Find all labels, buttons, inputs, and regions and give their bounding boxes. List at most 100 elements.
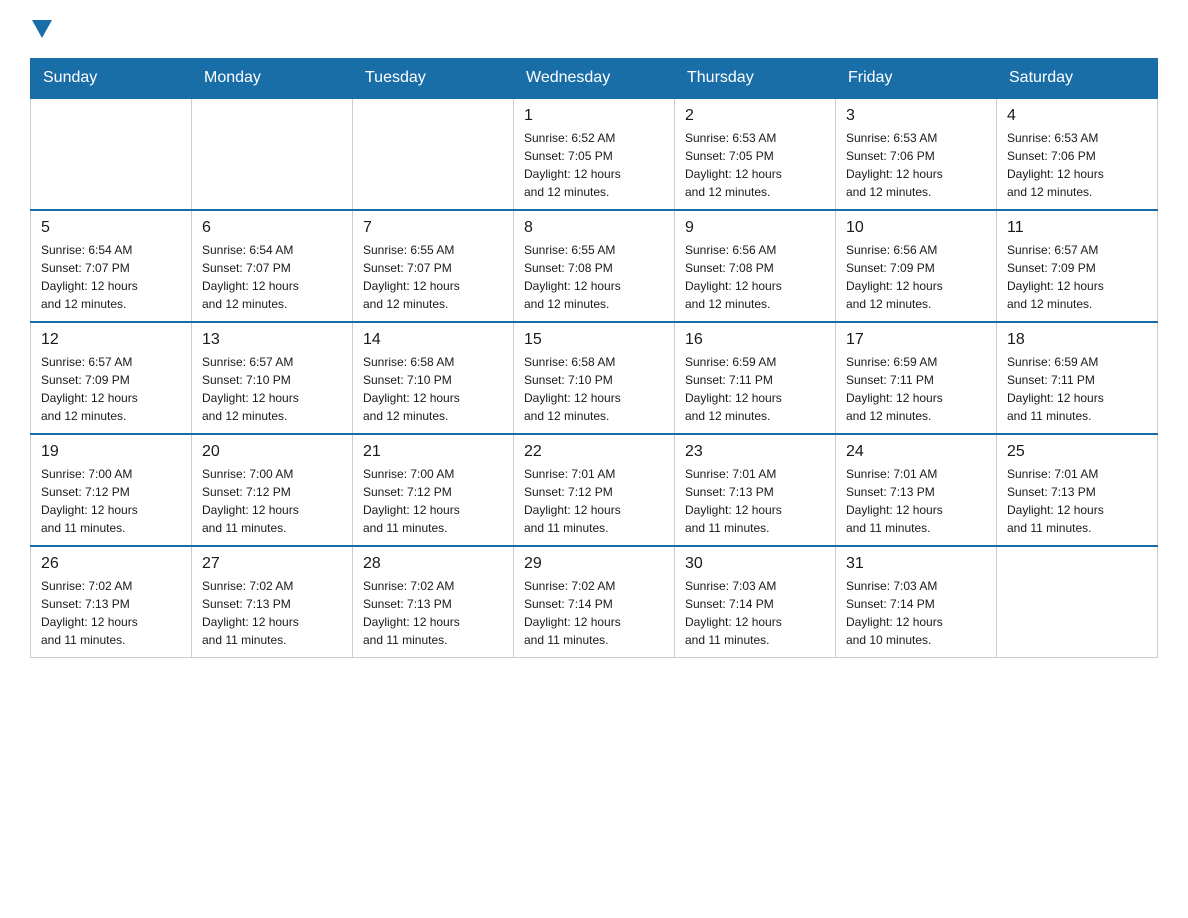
calendar-cell: 24 Sunrise: 7:01 AMSunset: 7:13 PMDayligh… [836,434,997,546]
calendar-cell: 30 Sunrise: 7:03 AMSunset: 7:14 PMDayligh… [675,546,836,658]
calendar-cell: 18 Sunrise: 6:59 AMSunset: 7:11 PMDayligh… [997,322,1158,434]
calendar-cell: 11Sunrise: 6:57 AMSunset: 7:09 PMDayligh… [997,210,1158,322]
day-number: 31 [846,555,986,573]
calendar-cell: 6Sunrise: 6:54 AMSunset: 7:07 PMDaylight… [192,210,353,322]
week-row-2: 5 Sunrise: 6:54 AMSunset: 7:07 PMDaylight… [31,210,1158,322]
calendar-cell: 5 Sunrise: 6:54 AMSunset: 7:07 PMDaylight… [31,210,192,322]
calendar-cell: 16Sunrise: 6:59 AMSunset: 7:11 PMDayligh… [675,322,836,434]
day-header-friday: Friday [836,59,997,99]
day-number: 28 [363,555,503,573]
day-number: 27 [202,555,342,573]
calendar-cell: 19Sunrise: 7:00 AMSunset: 7:12 PMDayligh… [31,434,192,546]
calendar-cell [192,98,353,210]
calendar-cell: 4 Sunrise: 6:53 AMSunset: 7:06 PMDaylight… [997,98,1158,210]
calendar-cell: 9 Sunrise: 6:56 AMSunset: 7:08 PMDaylight… [675,210,836,322]
day-info: Sunrise: 6:54 AMSunset: 7:07 PMDaylight:… [41,241,181,313]
day-info: Sunrise: 6:57 AMSunset: 7:10 PMDaylight:… [202,353,342,425]
calendar-cell: 21 Sunrise: 7:00 AMSunset: 7:12 PMDayligh… [353,434,514,546]
day-info: Sunrise: 6:55 AMSunset: 7:08 PMDaylight:… [524,241,664,313]
calendar-cell: 8 Sunrise: 6:55 AMSunset: 7:08 PMDaylight… [514,210,675,322]
week-row-3: 12 Sunrise: 6:57 AMSunset: 7:09 PMDayligh… [31,322,1158,434]
day-number: 17 [846,331,986,349]
day-info: Sunrise: 6:53 AMSunset: 7:06 PMDaylight:… [1007,129,1147,201]
calendar-cell: 25 Sunrise: 7:01 AMSunset: 7:13 PMDayligh… [997,434,1158,546]
calendar-cell: 31 Sunrise: 7:03 AMSunset: 7:14 PMDayligh… [836,546,997,658]
day-number: 16 [685,331,825,349]
calendar-cell: 12 Sunrise: 6:57 AMSunset: 7:09 PMDayligh… [31,322,192,434]
week-row-5: 26Sunrise: 7:02 AMSunset: 7:13 PMDayligh… [31,546,1158,658]
calendar-cell: 26Sunrise: 7:02 AMSunset: 7:13 PMDayligh… [31,546,192,658]
day-number: 25 [1007,443,1147,461]
logo-triangle-icon [32,20,52,38]
calendar-cell: 13 Sunrise: 6:57 AMSunset: 7:10 PMDayligh… [192,322,353,434]
week-row-4: 19Sunrise: 7:00 AMSunset: 7:12 PMDayligh… [31,434,1158,546]
day-number: 10 [846,219,986,237]
day-info: Sunrise: 7:00 AMSunset: 7:12 PMDaylight:… [202,465,342,537]
day-number: 4 [1007,107,1147,125]
day-number: 21 [363,443,503,461]
day-info: Sunrise: 6:56 AMSunset: 7:09 PMDaylight:… [846,241,986,313]
day-info: Sunrise: 7:02 AMSunset: 7:13 PMDaylight:… [363,577,503,649]
calendar-cell: 2Sunrise: 6:53 AMSunset: 7:05 PMDaylight… [675,98,836,210]
day-number: 5 [41,219,181,237]
calendar-cell: 20 Sunrise: 7:00 AMSunset: 7:12 PMDayligh… [192,434,353,546]
week-row-1: 1 Sunrise: 6:52 AMSunset: 7:05 PMDaylight… [31,98,1158,210]
day-number: 13 [202,331,342,349]
calendar-cell: 28 Sunrise: 7:02 AMSunset: 7:13 PMDayligh… [353,546,514,658]
day-number: 1 [524,107,664,125]
calendar-cell: 10 Sunrise: 6:56 AMSunset: 7:09 PMDayligh… [836,210,997,322]
day-info: Sunrise: 7:01 AMSunset: 7:12 PMDaylight:… [524,465,664,537]
calendar-cell: 29 Sunrise: 7:02 AMSunset: 7:14 PMDayligh… [514,546,675,658]
day-number: 22 [524,443,664,461]
day-info: Sunrise: 6:56 AMSunset: 7:08 PMDaylight:… [685,241,825,313]
calendar-cell: 27Sunrise: 7:02 AMSunset: 7:13 PMDayligh… [192,546,353,658]
calendar-cell [353,98,514,210]
day-number: 29 [524,555,664,573]
calendar-cell [31,98,192,210]
day-header-sunday: Sunday [31,59,192,99]
day-info: Sunrise: 7:03 AMSunset: 7:14 PMDaylight:… [685,577,825,649]
calendar-cell: 7Sunrise: 6:55 AMSunset: 7:07 PMDaylight… [353,210,514,322]
day-info: Sunrise: 6:58 AMSunset: 7:10 PMDaylight:… [363,353,503,425]
day-number: 23 [685,443,825,461]
day-info: Sunrise: 7:00 AMSunset: 7:12 PMDaylight:… [41,465,181,537]
day-number: 14 [363,331,503,349]
day-info: Sunrise: 6:58 AMSunset: 7:10 PMDaylight:… [524,353,664,425]
day-number: 24 [846,443,986,461]
day-number: 30 [685,555,825,573]
day-number: 20 [202,443,342,461]
day-info: Sunrise: 7:01 AMSunset: 7:13 PMDaylight:… [1007,465,1147,537]
calendar-cell: 15 Sunrise: 6:58 AMSunset: 7:10 PMDayligh… [514,322,675,434]
day-number: 15 [524,331,664,349]
day-number: 9 [685,219,825,237]
day-info: Sunrise: 7:00 AMSunset: 7:12 PMDaylight:… [363,465,503,537]
calendar-cell: 3Sunrise: 6:53 AMSunset: 7:06 PMDaylight… [836,98,997,210]
calendar-cell: 23 Sunrise: 7:01 AMSunset: 7:13 PMDayligh… [675,434,836,546]
day-info: Sunrise: 7:01 AMSunset: 7:13 PMDaylight:… [685,465,825,537]
day-info: Sunrise: 7:01 AMSunset: 7:13 PMDaylight:… [846,465,986,537]
day-info: Sunrise: 6:59 AMSunset: 7:11 PMDaylight:… [1007,353,1147,425]
calendar-cell: 17 Sunrise: 6:59 AMSunset: 7:11 PMDayligh… [836,322,997,434]
calendar-cell: 22 Sunrise: 7:01 AMSunset: 7:12 PMDayligh… [514,434,675,546]
day-header-monday: Monday [192,59,353,99]
day-header-tuesday: Tuesday [353,59,514,99]
calendar-cell: 1 Sunrise: 6:52 AMSunset: 7:05 PMDaylight… [514,98,675,210]
days-header-row: SundayMondayTuesdayWednesdayThursdayFrid… [31,59,1158,99]
day-number: 8 [524,219,664,237]
day-info: Sunrise: 6:57 AMSunset: 7:09 PMDaylight:… [1007,241,1147,313]
day-info: Sunrise: 6:59 AMSunset: 7:11 PMDaylight:… [846,353,986,425]
day-info: Sunrise: 6:57 AMSunset: 7:09 PMDaylight:… [41,353,181,425]
day-number: 6 [202,219,342,237]
day-info: Sunrise: 7:02 AMSunset: 7:14 PMDaylight:… [524,577,664,649]
calendar-cell: 14 Sunrise: 6:58 AMSunset: 7:10 PMDayligh… [353,322,514,434]
day-info: Sunrise: 6:53 AMSunset: 7:06 PMDaylight:… [846,129,986,201]
calendar-table: SundayMondayTuesdayWednesdayThursdayFrid… [30,58,1158,658]
day-info: Sunrise: 6:52 AMSunset: 7:05 PMDaylight:… [524,129,664,201]
day-header-thursday: Thursday [675,59,836,99]
day-info: Sunrise: 6:55 AMSunset: 7:07 PMDaylight:… [363,241,503,313]
calendar-cell [997,546,1158,658]
day-number: 12 [41,331,181,349]
day-number: 18 [1007,331,1147,349]
day-number: 2 [685,107,825,125]
day-info: Sunrise: 7:03 AMSunset: 7:14 PMDaylight:… [846,577,986,649]
